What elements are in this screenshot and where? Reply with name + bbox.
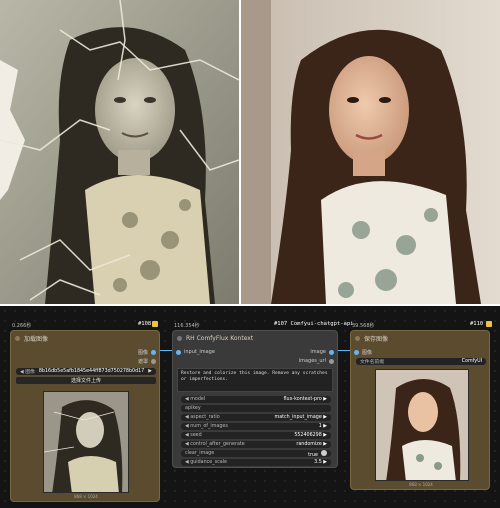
load-node-time: 0.266秒 (12, 323, 32, 329)
param-apikey[interactable]: apikey (181, 405, 331, 412)
flux-node-id: #107 Comfyui-chatgpt-api (274, 321, 354, 327)
save-image-preview (375, 369, 469, 481)
load-node-title: 加载图像 (24, 335, 49, 343)
old-damaged-photo (0, 0, 239, 304)
filename-prefix[interactable]: 文件名前缀 ComfyUI (356, 358, 486, 365)
toggle-icon[interactable] (321, 449, 327, 456)
save-node-title: 保存图像 (364, 335, 389, 343)
image-file-select[interactable]: ◀ 图像 8b16db5e5afb1845e44ff873d750278b0d1… (16, 368, 156, 375)
collapse-dot[interactable] (15, 335, 20, 341)
upload-button[interactable]: 选择文件上传 (16, 377, 156, 384)
save-image-node[interactable]: 保存图像 图像 文件名前缀 ComfyUI 868 × 1024 (350, 330, 490, 490)
restored-color-photo (241, 0, 500, 304)
output-image[interactable]: image (310, 349, 334, 355)
output-mask[interactable]: 遮罩 (138, 358, 156, 365)
save-image-dims: 868 × 1024 (409, 482, 433, 487)
node-canvas[interactable]: 0.266秒 #108 加载图像 图像 遮罩 ◀ 图像 8b16db5e5afb… (0, 306, 500, 508)
save-node-id: #110 (470, 321, 484, 327)
param-seed[interactable]: ◀ seed 552406298 ▶ (181, 432, 331, 439)
param-guidance-scale[interactable]: ◀ guidance_scale 3.5 ▶ (181, 459, 331, 466)
load-node-badge (152, 321, 158, 327)
save-node-time: 39.568秒 (352, 323, 375, 329)
param-num-of-images[interactable]: ◀ num_of_images 1 ▶ (181, 423, 331, 430)
collapse-dot[interactable] (177, 335, 182, 341)
output-image[interactable]: 图像 (138, 349, 156, 356)
flux-kontext-node[interactable]: RH ComfyFlux Kontext input_image image i… (172, 330, 338, 468)
load-image-dims: 868 × 1024 (74, 494, 98, 499)
output-images-url[interactable]: images_url (299, 358, 334, 364)
screenshot: 0.266秒 #108 加载图像 图像 遮罩 ◀ 图像 8b16db5e5afb… (0, 0, 500, 508)
input-image[interactable]: 图像 (354, 349, 372, 356)
load-image-node[interactable]: 加载图像 图像 遮罩 ◀ 图像 8b16db5e5afb1845e44ff873… (10, 330, 160, 502)
flux-node-title: RH ComfyFlux Kontext (186, 334, 254, 342)
flux-node-time: 116.354秒 (174, 323, 200, 329)
link-load-to-flux (158, 350, 172, 351)
param-model[interactable]: ◀ model flux-kontext-pro ▶ (181, 396, 331, 403)
prompt-textarea[interactable]: Restore and colorize this image. Remove … (177, 368, 333, 392)
save-node-badge (486, 321, 492, 327)
input-image[interactable]: input_image (176, 349, 215, 355)
param-clear-image[interactable]: clear_image true (181, 449, 331, 458)
load-node-id: #108 (138, 321, 152, 327)
collapse-dot[interactable] (355, 335, 360, 341)
load-image-preview (43, 391, 129, 493)
param-control-after-generate[interactable]: ◀ control_after_generate randomize ▶ (181, 441, 331, 448)
param-aspect-ratio[interactable]: ◀ aspect_ratio match_input_image ▶ (181, 414, 331, 421)
